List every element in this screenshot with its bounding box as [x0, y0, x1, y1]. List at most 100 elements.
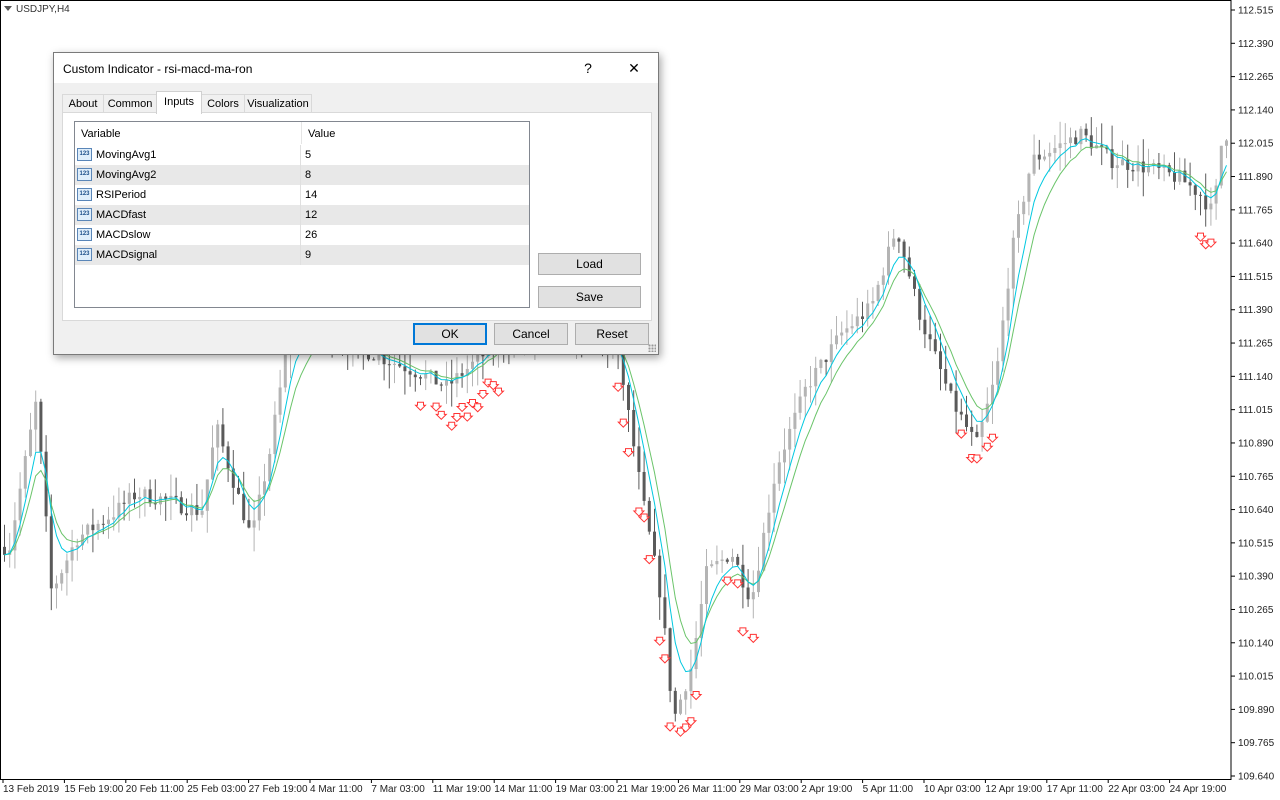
candle-body [122, 502, 126, 504]
variable-value[interactable]: 9 [305, 249, 311, 261]
price-label: 110.140 [1238, 638, 1274, 649]
candle-body [101, 523, 105, 525]
candle-body [1121, 159, 1124, 166]
price-label: 112.390 [1238, 39, 1274, 50]
candle-body [1136, 161, 1140, 172]
candle-body [824, 359, 828, 363]
time-label: 26 Mar 11:00 [678, 784, 737, 795]
candle-body [377, 354, 381, 361]
candle-body [1048, 152, 1052, 157]
candle-body [751, 592, 755, 600]
variable-value[interactable]: 8 [305, 169, 311, 181]
sell-arrow-icon [414, 401, 427, 411]
cancel-button[interactable]: Cancel [494, 323, 568, 345]
candle-body [959, 411, 963, 415]
candle-body [980, 421, 984, 437]
candle-body [91, 524, 95, 531]
close-button[interactable]: ✕ [612, 53, 656, 83]
tab-visualization[interactable]: Visualization [244, 94, 312, 113]
candle-body [1069, 137, 1072, 144]
table-row[interactable]: 123 MACDfast 12 [75, 205, 529, 225]
header-variable[interactable]: Variable [75, 122, 301, 144]
candle-body [283, 354, 287, 388]
candle-body [777, 462, 781, 484]
candle-body [387, 364, 391, 366]
sell-arrow-icon [461, 412, 474, 422]
price-label: 111.390 [1238, 305, 1273, 316]
price-label: 110.640 [1238, 505, 1274, 516]
candle-body [60, 573, 64, 584]
variable-value[interactable]: 26 [305, 229, 317, 241]
integer-type-icon: 123 [77, 168, 92, 181]
header-value[interactable]: Value [301, 122, 529, 144]
variable-value[interactable]: 12 [305, 209, 317, 221]
candle-body [767, 512, 771, 533]
table-row[interactable]: 123 MovingAvg1 5 [75, 145, 529, 165]
time-label: 5 Apr 11:00 [863, 784, 914, 795]
candle-body [845, 328, 849, 333]
sell-arrow-icon [445, 421, 458, 431]
load-button[interactable]: Load [538, 253, 641, 275]
variable-value[interactable]: 5 [305, 149, 311, 161]
inputs-table[interactable]: Variable Value 123 MovingAvg1 5 123 MovingAv… [74, 121, 530, 308]
candle-body [1131, 169, 1135, 172]
time-label: 19 Mar 03:00 [556, 784, 615, 795]
variable-value[interactable]: 14 [305, 189, 317, 201]
time-label: 10 Apr 03:00 [924, 784, 981, 795]
candle-body [424, 373, 428, 379]
candle-body [819, 359, 823, 368]
price-label: 111.515 [1238, 272, 1273, 283]
time-label: 25 Feb 03:00 [187, 784, 246, 795]
candle-body [642, 471, 646, 501]
variable-name: MovingAvg2 [96, 169, 157, 181]
price-label: 112.015 [1238, 139, 1274, 150]
candle-body [907, 257, 911, 277]
candle-body [1017, 214, 1020, 238]
symbol-label[interactable]: USDJPY,H4 [4, 4, 70, 15]
sell-arrow-icon [429, 402, 443, 412]
candle-body [1037, 154, 1041, 160]
ok-button[interactable]: OK [413, 323, 487, 345]
reset-button[interactable]: Reset [575, 323, 649, 345]
candle-body [788, 428, 792, 450]
candle-body [107, 519, 110, 524]
candle-body [273, 414, 277, 455]
candle-body [850, 326, 854, 329]
variable-name: MACDslow [96, 229, 151, 241]
sell-arrow-icon [435, 410, 448, 421]
time-label: 11 Mar 19:00 [433, 784, 492, 795]
column-divider [300, 165, 301, 185]
candle-body [1027, 173, 1031, 202]
candle-body [970, 426, 974, 432]
tab-colors[interactable]: Colors [201, 94, 245, 113]
candle-body [39, 401, 43, 452]
candle-body [398, 363, 402, 367]
candle-body [1058, 143, 1062, 149]
price-label: 110.515 [1238, 538, 1274, 549]
tab-common[interactable]: Common [103, 94, 157, 113]
candle-body [143, 489, 147, 497]
candle-body [965, 414, 968, 427]
time-label: 13 Feb 2019 [3, 784, 60, 795]
table-row[interactable]: 123 MACDslow 26 [75, 225, 529, 245]
tab-inputs[interactable]: Inputs [156, 91, 202, 114]
help-button[interactable]: ? [566, 53, 610, 83]
candle-body [1006, 288, 1010, 321]
price-label: 110.765 [1238, 472, 1274, 483]
candle-body [1053, 148, 1057, 153]
candle-body [211, 447, 214, 480]
candle-body [632, 409, 636, 447]
candle-body [673, 690, 677, 714]
time-label: 27 Feb 19:00 [249, 784, 308, 795]
table-row[interactable]: 123 RSIPeriod 14 [75, 185, 529, 205]
resize-grip-icon[interactable] [648, 344, 656, 352]
candle-body [1032, 154, 1036, 174]
table-row[interactable]: 123 MovingAvg2 8 [75, 165, 529, 185]
price-label: 110.265 [1238, 605, 1274, 616]
save-button[interactable]: Save [538, 286, 641, 308]
dialog-titlebar[interactable]: Custom Indicator - rsi-macd-ma-ron ? ✕ [54, 53, 658, 83]
candle-body [627, 384, 630, 410]
candle-body [221, 424, 225, 447]
tab-about[interactable]: About [62, 94, 104, 113]
table-row[interactable]: 123 MACDsignal 9 [75, 245, 529, 265]
